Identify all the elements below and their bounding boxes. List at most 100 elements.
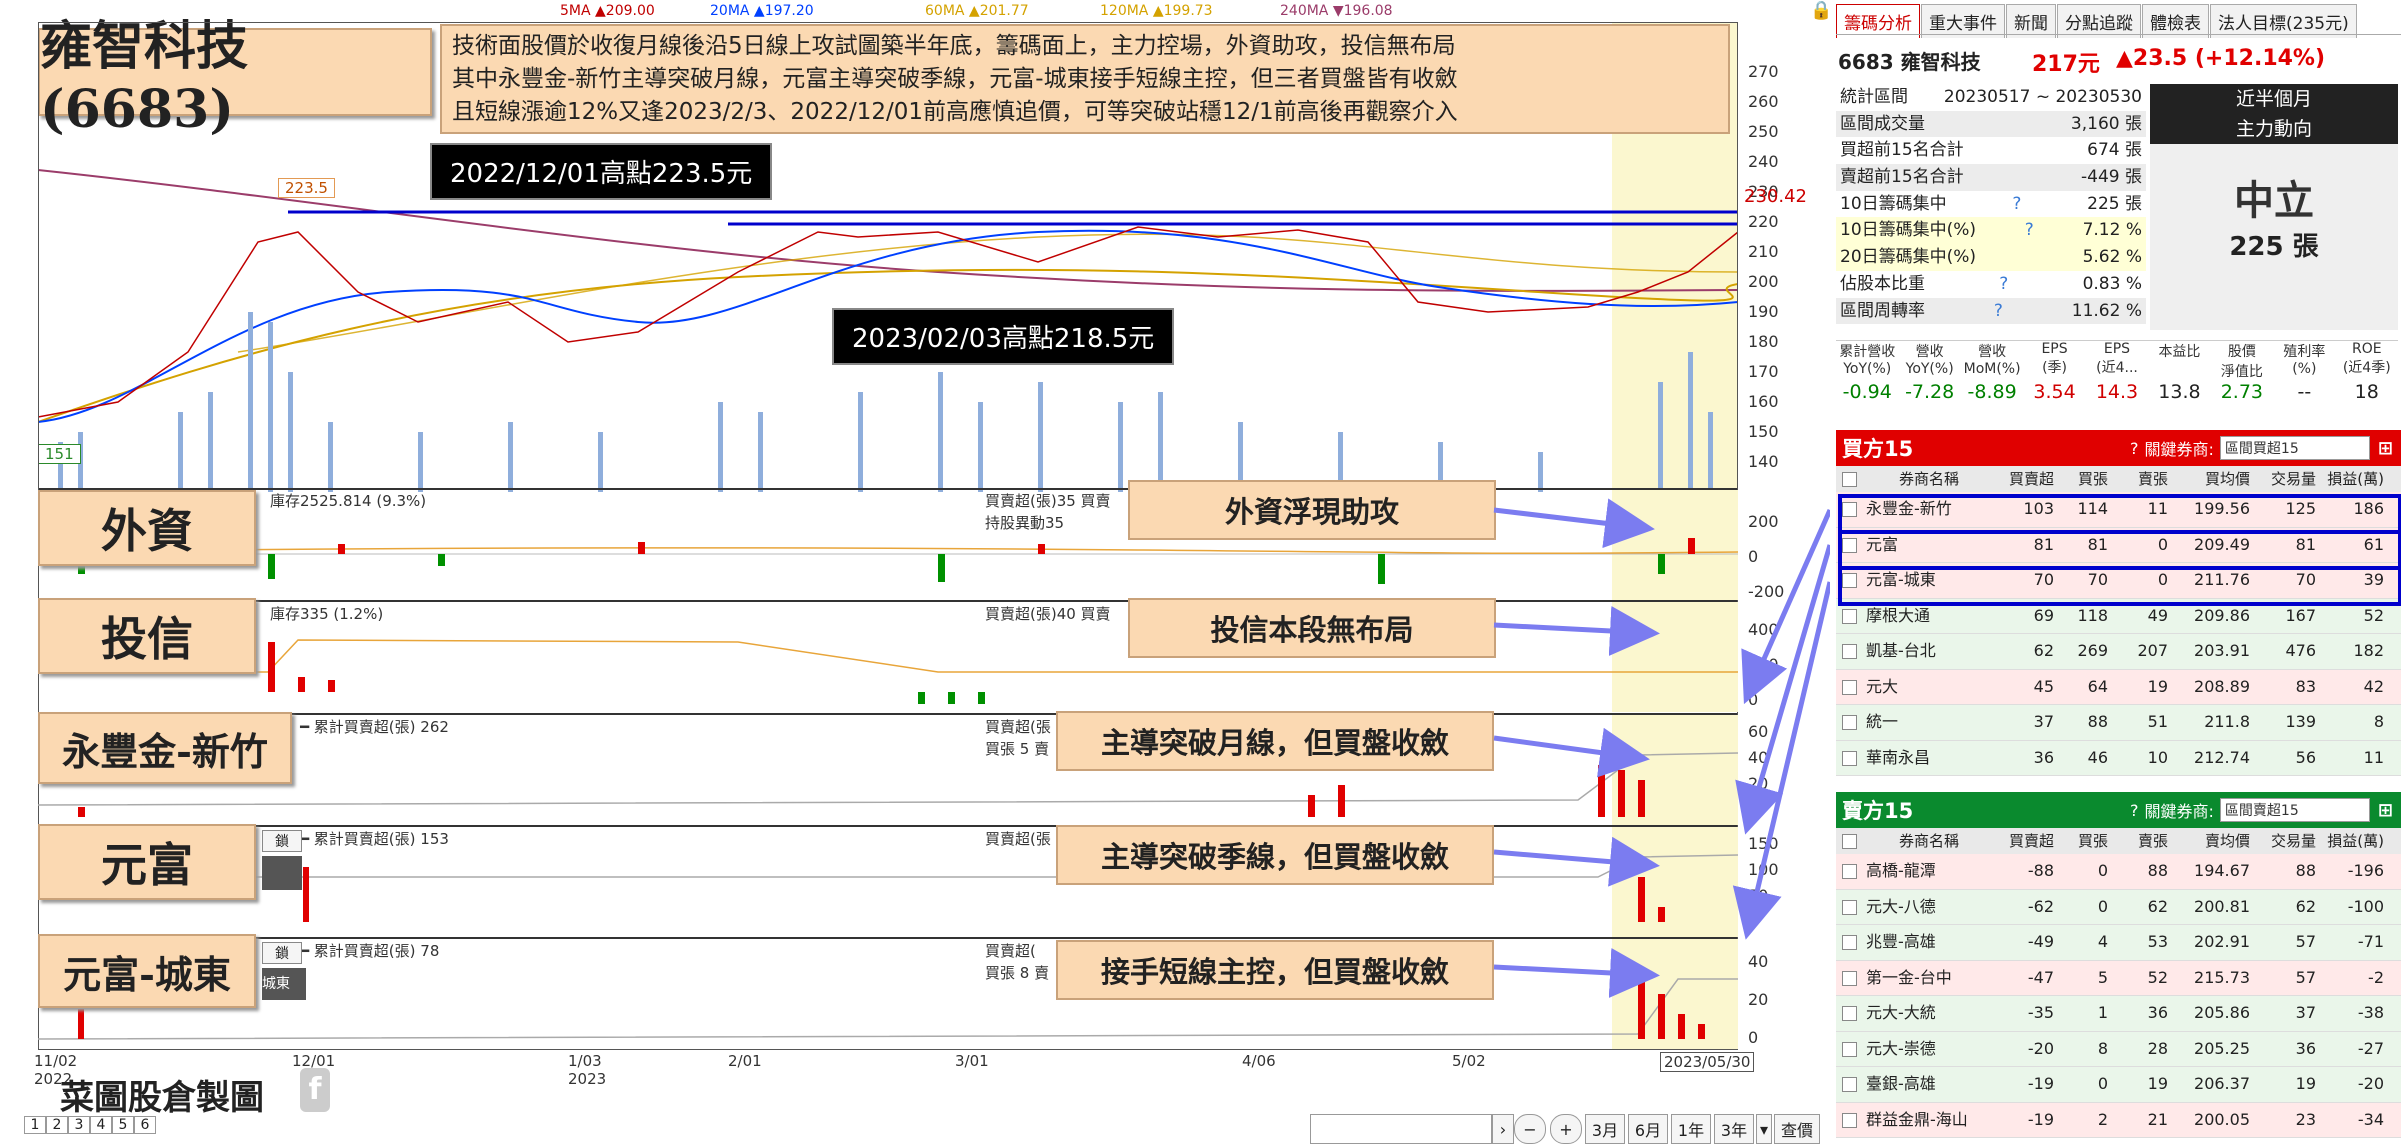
row-checkbox[interactable] (1841, 1041, 1857, 1057)
axis-tick: 20 (1748, 990, 1769, 1009)
broker-name: 臺銀-高雄 (1866, 1074, 1936, 1093)
fin-value: 2.73 (2220, 381, 2264, 403)
sell-table-row[interactable]: 兆豐-高雄 -49 4 53 202.91 57 -71 (1836, 925, 2401, 961)
grid-icon[interactable]: ⊞ (2378, 800, 2393, 821)
row-checkbox[interactable] (1841, 608, 1857, 624)
foreign-net: 買賣超(張)35 買賣 (985, 492, 1111, 510)
axis-tick: 40 (1748, 952, 1769, 971)
sell-table-row[interactable]: 群益金鼎-海山 -19 2 21 200.05 23 -34 (1836, 1102, 2401, 1138)
row-checkbox[interactable] (1841, 935, 1857, 950)
zoom-out-button[interactable]: − (1514, 1114, 1546, 1144)
sell-table-row[interactable]: 元大-八德 -62 0 62 200.81 62 -100 (1836, 889, 2401, 925)
ma20-legend: 20MA ▲197.20 (710, 3, 814, 19)
cell-value: 28 (2147, 1038, 2168, 1058)
sell-table-row[interactable]: 高橋-龍潭 -88 0 88 194.67 88 -196 (1836, 854, 2401, 890)
row-checkbox[interactable] (1841, 1077, 1857, 1092)
cell-value: 212.74 (2194, 747, 2250, 767)
tab-major-events[interactable]: 重大事件 (1921, 4, 2005, 38)
grid-icon[interactable]: ⊞ (2378, 438, 2393, 459)
buy-broker-dropdown[interactable]: 區間買超15 (2219, 436, 2370, 460)
cell-value: 36 (2295, 1038, 2316, 1058)
tab-target-price[interactable]: 法人目標(235元) (2210, 4, 2357, 38)
broker2-lock-button[interactable]: 鎖 (262, 830, 302, 852)
help-icon[interactable]: ? (2012, 191, 2021, 218)
scroll-right-button[interactable]: › (1492, 1114, 1514, 1144)
stock-name: 6683 雍智科技 (1838, 50, 1981, 74)
fin-header: 累計營收 YoY(%) (1839, 344, 1896, 377)
axis-tick: 0 (1748, 800, 1759, 819)
help-icon[interactable]: ? (2025, 217, 2034, 244)
cell-value: 21 (2147, 1109, 2168, 1129)
query-price-button[interactable]: 查價 (1774, 1114, 1820, 1144)
sell-table-row[interactable]: 臺銀-高雄 -19 0 19 206.37 19 -20 (1836, 1067, 2401, 1103)
row-checkbox[interactable] (1841, 1006, 1857, 1021)
zoom-in-button[interactable]: + (1550, 1114, 1582, 1144)
fin-value: -8.89 (1967, 381, 2017, 403)
row-checkbox[interactable] (1841, 864, 1857, 879)
sell-broker-dropdown[interactable]: 區間賣超15 (2219, 798, 2370, 822)
stock-price: 217元 (2032, 52, 2100, 77)
row-checkbox[interactable] (1841, 679, 1857, 695)
sell-table-row[interactable]: 第一金-台中 -47 5 52 215.73 57 -2 (1836, 960, 2401, 996)
row-checkbox[interactable] (1841, 970, 1857, 986)
lock-icon[interactable]: 🔒 (1810, 0, 1832, 21)
fin-header: EPS (季) (2041, 341, 2068, 376)
broker3-sub: 城東 (262, 968, 306, 1000)
broker3-lock-button[interactable]: 鎖 (262, 942, 302, 964)
cell-value: 37 (2295, 1003, 2316, 1022)
cell-value: -35 (2027, 1003, 2054, 1022)
page-tab[interactable]: 3 (68, 1116, 90, 1134)
ma120-legend: 120MA ▲199.73 (1100, 3, 1213, 19)
trust-net: 買賣超(張)40 買賣 (985, 605, 1111, 623)
tab-chip-analysis[interactable]: 籌碼分析 (1836, 4, 1920, 38)
period-6m-button[interactable]: 6月 (1628, 1114, 1668, 1144)
row-checkbox[interactable] (1841, 644, 1857, 659)
page-tab[interactable]: 5 (112, 1116, 134, 1134)
row-checkbox[interactable] (1841, 715, 1857, 730)
tab-news[interactable]: 新聞 (2006, 4, 2056, 38)
period-3y-button[interactable]: 3年 (1714, 1114, 1754, 1144)
cell-value: -38 (2357, 1003, 2384, 1022)
page-tab[interactable]: 6 (134, 1116, 156, 1134)
cell-value: -34 (2357, 1109, 2384, 1129)
cell-value: 0 (2097, 896, 2108, 916)
cell-value: 45 (2033, 676, 2054, 696)
scroll-track[interactable] (1310, 1114, 1492, 1144)
page-tab[interactable]: 1 (24, 1116, 46, 1134)
page-tab[interactable]: 4 (90, 1116, 112, 1134)
buy-table-row[interactable]: 元大 45 64 19 208.89 83 42 (1836, 669, 2401, 705)
select-all-checkbox[interactable] (1841, 472, 1857, 487)
sell-header: 賣方15 ? 關鍵券商: 區間賣超15 ⊞ (1836, 792, 2401, 828)
row-checkbox[interactable] (1841, 899, 1857, 915)
cell-value: 205.25 (2194, 1038, 2250, 1058)
trend-box: 中立 225 張 (2150, 144, 2398, 330)
tab-branch-tracking[interactable]: 分點追蹤 (2057, 4, 2141, 38)
cell-value: -71 (2357, 932, 2384, 951)
cell-value: 200.05 (2194, 1109, 2250, 1129)
page-tab[interactable]: 2 (46, 1116, 68, 1134)
cell-value: 211.8 (2204, 712, 2250, 731)
cell-value: 52 (2147, 967, 2168, 987)
tab-checkup[interactable]: 體檢表 (2142, 4, 2209, 38)
cell-value: 88 (2147, 861, 2168, 880)
last-price-tag: 230.42 (1744, 186, 1807, 207)
buy-table-row[interactable]: 統一 37 88 51 211.8 139 8 (1836, 705, 2401, 741)
highlight-box (1838, 530, 2401, 570)
buy-table-row[interactable]: 華南永昌 36 46 10 212.74 56 11 (1836, 740, 2401, 776)
period-3m-button[interactable]: 3月 (1585, 1114, 1625, 1144)
cell-value: -19 (2027, 1074, 2054, 1093)
sell-table-row[interactable]: 元大-崇德 -20 8 28 205.25 36 -27 (1836, 1031, 2401, 1067)
facebook-icon[interactable]: f (300, 1068, 330, 1112)
sell-table-row[interactable]: 元大-大統 -35 1 36 205.86 37 -38 (1836, 996, 2401, 1032)
row-checkbox[interactable] (1841, 1112, 1857, 1128)
period-1y-button[interactable]: 1年 (1671, 1114, 1711, 1144)
help-icon[interactable]: ? (1994, 298, 2003, 325)
cell-value: 215.73 (2194, 967, 2250, 987)
axis-tick: 0 (1748, 912, 1759, 931)
period-dropdown-icon[interactable]: ▾ (1756, 1114, 1772, 1144)
buy-table-row[interactable]: 凱基-台北 62 269 207 203.91 476 182 (1836, 634, 2401, 670)
cell-value: 23 (2295, 1109, 2316, 1129)
select-all-checkbox[interactable] (1841, 834, 1857, 849)
help-icon[interactable]: ? (1999, 271, 2008, 298)
row-checkbox[interactable] (1841, 750, 1857, 766)
